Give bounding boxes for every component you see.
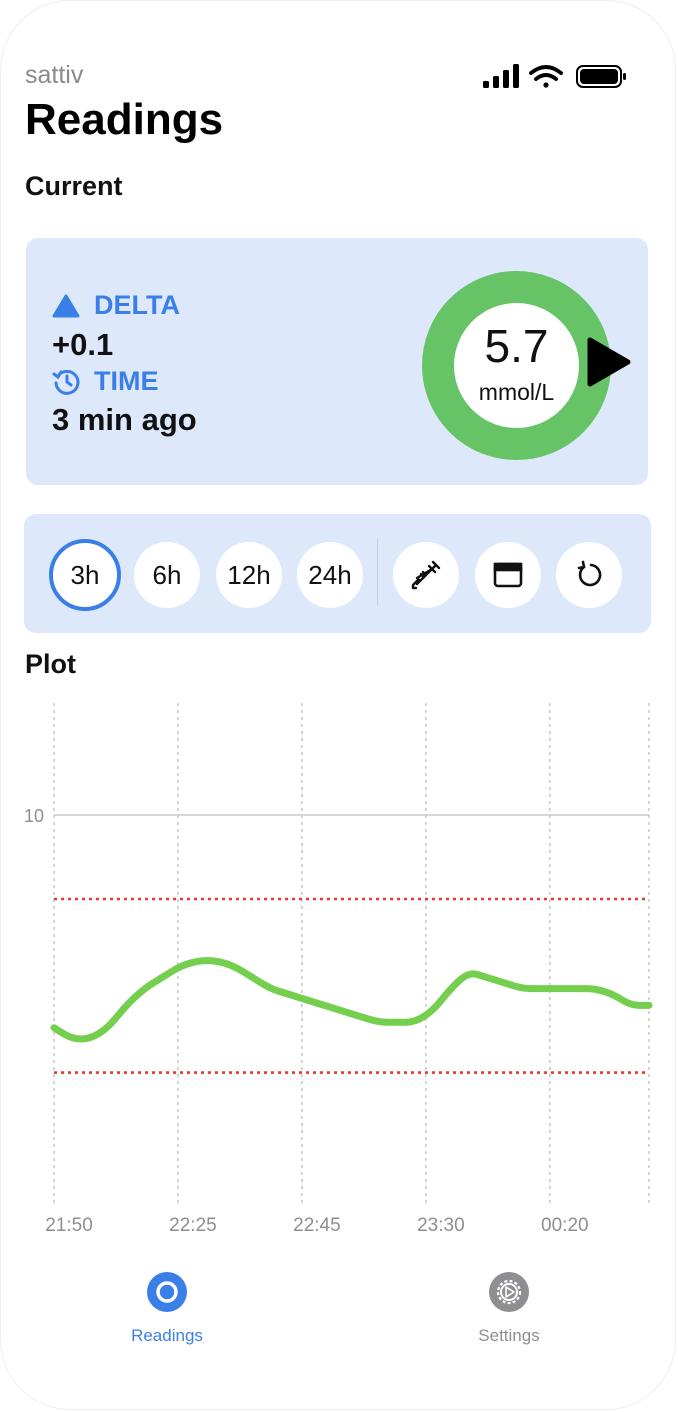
glucose-line-chart: 10 21:50 22:25 22:45 23:30 00:20 <box>24 703 653 1236</box>
x-tick-label: 21:50 <box>45 1215 93 1236</box>
range-button-6h[interactable]: 6h <box>134 542 200 608</box>
section-title-plot: Plot <box>25 649 76 679</box>
toolbar-divider <box>377 538 378 606</box>
y-tick-label: 10 <box>24 806 44 826</box>
tab-readings[interactable]: Readings <box>97 1271 237 1346</box>
wifi-icon <box>529 65 563 88</box>
window-icon <box>493 562 523 588</box>
time-label: TIME <box>94 366 159 396</box>
x-tick-label: 00:20 <box>541 1215 589 1236</box>
insulin-button[interactable] <box>393 542 459 608</box>
phone-screen: sattiv Readings Current DELTA +0.1 TIME … <box>0 0 676 1410</box>
cellular-signal-icon <box>483 64 519 88</box>
readings-icon <box>147 1272 187 1312</box>
window-button[interactable] <box>475 542 541 608</box>
range-button-12h[interactable]: 12h <box>216 542 282 608</box>
tab-settings[interactable]: Settings <box>439 1271 579 1346</box>
delta-label: DELTA <box>94 290 180 320</box>
range-toolbar: 3h 6h 12h 24h <box>24 514 651 633</box>
x-tick-label: 22:45 <box>293 1215 341 1236</box>
current-reading-card: DELTA +0.1 TIME 3 min ago 5.7 mmol/L <box>26 238 648 485</box>
syringe-icon <box>411 560 441 590</box>
glucose-series-line <box>50 957 653 1043</box>
settings-gear-icon <box>489 1272 529 1312</box>
section-title-current: Current <box>25 171 123 201</box>
tab-readings-label: Readings <box>131 1326 203 1345</box>
tab-settings-label: Settings <box>478 1326 540 1345</box>
glucose-unit: mmol/L <box>478 379 555 405</box>
range-button-3h[interactable]: 3h <box>49 539 121 611</box>
battery-icon <box>576 65 626 88</box>
delta-triangle-icon <box>52 294 80 317</box>
range-button-24h[interactable]: 24h <box>297 542 363 608</box>
delta-label-row: DELTA <box>52 290 180 321</box>
refresh-icon <box>577 560 602 587</box>
trend-arrow-icon <box>587 337 631 387</box>
glucose-value: 5.7 <box>484 320 549 372</box>
page-title: Readings <box>25 95 224 144</box>
delta-value: +0.1 <box>52 327 114 362</box>
clock-history-icon <box>52 369 80 395</box>
carrier-label: sattiv <box>25 61 84 89</box>
time-value: 3 min ago <box>52 402 197 437</box>
refresh-button[interactable] <box>556 542 622 608</box>
time-label-row: TIME <box>52 366 159 397</box>
x-tick-label: 23:30 <box>417 1215 465 1236</box>
tab-bar: Readings Settings <box>1 1271 675 1351</box>
status-icons <box>483 64 626 88</box>
glucose-ring: 5.7 mmol/L <box>422 271 611 460</box>
x-tick-label: 22:25 <box>169 1215 217 1236</box>
